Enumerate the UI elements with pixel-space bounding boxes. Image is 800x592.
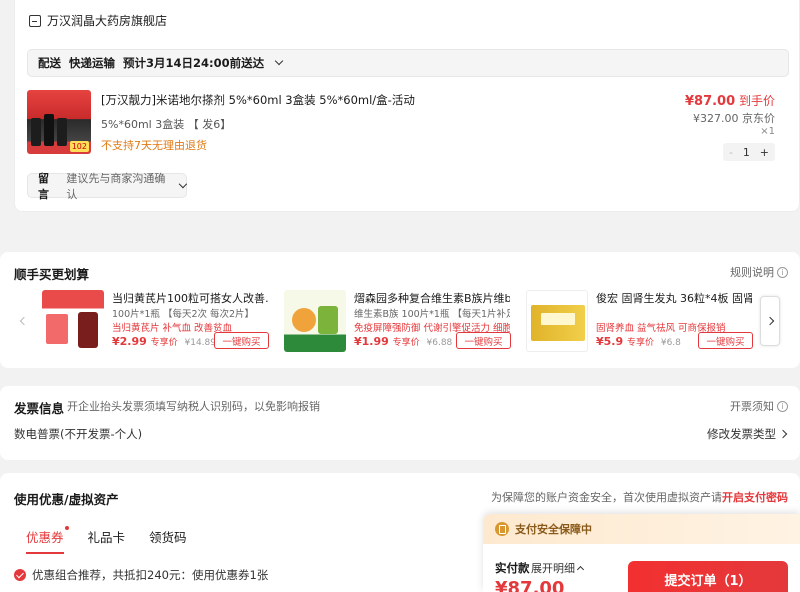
quantity-value[interactable]: 1 [743, 146, 750, 159]
rules-link[interactable]: 规则说明 i [730, 264, 788, 280]
invoice-notice-link[interactable]: 开票须知 i [730, 398, 788, 414]
pay-amount: ¥87.00 [495, 578, 565, 592]
shipping-eta: 预计3月14日24:00前送达 [123, 56, 265, 70]
new-dot [64, 526, 69, 530]
coupon-title: 使用优惠/虚拟资产 [14, 492, 119, 507]
order-card: 万汉润晶大药房旗舰店 配送 快递运输 预计3月14日24:00前送达 102 [… [0, 0, 800, 230]
info-icon: i [777, 266, 788, 278]
recommend-price: ¥5.9 专享价 ¥6.8 [596, 335, 681, 348]
carousel-prev-button[interactable] [14, 296, 34, 346]
order-panel: 万汉润晶大药房旗舰店 配送 快递运输 预计3月14日24:00前送达 102 [… [14, 0, 800, 212]
chevron-up-icon [576, 565, 585, 574]
product-title[interactable]: [万汉靓力]米诺地尔搽剂 5%*60ml 3盒装 5%*60ml/盒-活动 [101, 92, 415, 108]
expand-details-button[interactable]: 展开明细 [531, 560, 585, 576]
recommend-original-price: ¥14.89 [184, 338, 217, 348]
shop-name: 万汉润晶大药房旗舰店 [47, 14, 168, 28]
recommend-spec: 维生素B族 100片*1瓶 【每天1片补足B [354, 309, 510, 320]
recommend-price-value: ¥1.99 [354, 335, 389, 348]
coupon-combo-text: 优惠组合推荐，共抵扣240元：使用优惠券1张 [32, 568, 269, 582]
chevron-down-icon [179, 179, 188, 188]
coupon-tabs: 优惠券 礼品卡 领货码 [26, 526, 187, 554]
product-image-tag: 102 [69, 141, 89, 152]
recommend-item[interactable]: 熠森园多种复合维生素B族片维b… 维生素B族 100片*1瓶 【每天1片补足B … [284, 290, 514, 352]
recommend-price: ¥1.99 专享价 ¥6.88 [354, 335, 452, 348]
recommend-image[interactable] [284, 290, 346, 352]
pay-label: 实付款 [495, 561, 530, 575]
security-note-text: 为保障您的账户资金安全，首次使用虚拟资产请 [491, 491, 722, 504]
recommend-price: ¥2.99 专享价 ¥14.89 [112, 335, 216, 348]
recommend-original-price: ¥6.88 [426, 338, 453, 348]
recommend-price-value: ¥2.99 [112, 335, 147, 348]
tab-coupons[interactable]: 优惠券 [26, 526, 69, 554]
product-spec: 5%*60ml 3盒装 【 发6】 [101, 118, 232, 131]
chevron-left-icon [19, 316, 29, 326]
enable-pay-password-link[interactable]: 开启支付密码 [722, 491, 788, 504]
recommend-title[interactable]: 当归黄芪片100粒可搭女人改善… [112, 290, 268, 306]
tab-coupons-label: 优惠券 [26, 530, 64, 545]
checkout-panel: 支付安全保障中 实付款 展开明细 ¥87.00 提交订单（1） [483, 514, 800, 592]
recommend-price-value: ¥5.9 [596, 335, 624, 348]
check-icon [14, 569, 26, 581]
invoice-type: 数电普票(不开发票-个人) [14, 427, 143, 441]
recommend-item[interactable]: 当归黄芪片100粒可搭女人改善… 100片*1瓶 【每天2次 每次2片】 当归黄… [42, 290, 272, 352]
product-image[interactable]: 102 [27, 90, 91, 154]
recommend-price-label: 专享价 [392, 338, 420, 348]
shield-icon [495, 522, 509, 536]
return-policy: 不支持7天无理由退货 [101, 139, 207, 152]
shipping-selector[interactable]: 配送 快递运输 预计3月14日24:00前送达 [27, 49, 789, 77]
rules-label: 规则说明 [730, 266, 774, 279]
jd-price: ¥327.00 京东价 [693, 112, 775, 125]
change-invoice-label: 修改发票类型 [707, 427, 776, 441]
submit-order-button[interactable]: 提交订单（1） [628, 561, 788, 592]
invoice-notice-label: 开票须知 [730, 400, 774, 413]
recommend-title[interactable]: 熠森园多种复合维生素B族片维b… [354, 290, 510, 306]
recommend-item[interactable]: 俊宏 固肾生发丸 36粒*4板 固肾… 固肾养血 益气祛风 可商保报销 ¥5.9… [526, 290, 756, 352]
quick-buy-button[interactable]: 一键购买 [456, 332, 511, 349]
invoice-card: 发票信息 开企业抬头发票须填写纳税人识别码，以免影响报销 开票须知 i 数电普票… [0, 386, 800, 460]
memo-field[interactable]: 留言 建议先与商家沟通确认 [27, 172, 188, 201]
quantity-stepper: - 1 + [723, 143, 775, 161]
change-invoice-type-button[interactable]: 修改发票类型 [707, 426, 788, 442]
bundle-card: 顺手买更划算 规则说明 i 当归黄芪片100粒可搭女人改善… 100片*1瓶 【… [0, 252, 800, 368]
quick-buy-button[interactable]: 一键购买 [698, 332, 753, 349]
chevron-down-icon [274, 56, 284, 66]
tab-redeem-codes[interactable]: 领货码 [149, 527, 187, 546]
quantity-label: ×1 [760, 126, 775, 137]
recommend-price-label: 专享价 [626, 338, 654, 348]
tab-gift-cards[interactable]: 礼品卡 [88, 527, 126, 546]
bundle-title: 顺手买更划算 [14, 267, 90, 282]
payment-safety-banner: 支付安全保障中 [483, 514, 800, 544]
security-note: 为保障您的账户资金安全，首次使用虚拟资产请开启支付密码 [491, 489, 788, 505]
plus-button[interactable]: + [760, 146, 769, 159]
memo-placeholder: 建议先与商家沟通确认 [66, 171, 166, 201]
shipping-method: 快递运输 [69, 56, 115, 70]
expand-details-label: 展开明细 [531, 562, 575, 575]
shop-icon [29, 14, 41, 27]
coupon-combo[interactable]: 优惠组合推荐，共抵扣240元：使用优惠券1张 [14, 567, 268, 583]
final-price-label: 到手价 [738, 94, 775, 108]
recommend-spec: 100片*1瓶 【每天2次 每次2片】 [112, 309, 255, 320]
chevron-right-icon [778, 429, 788, 439]
info-icon: i [777, 400, 788, 412]
quick-buy-button[interactable]: 一键购买 [214, 332, 269, 349]
shipping-label: 配送 [38, 56, 61, 70]
memo-label: 留言 [38, 171, 49, 201]
recommend-title[interactable]: 俊宏 固肾生发丸 36粒*4板 固肾… [596, 290, 752, 306]
final-price-value: ¥87.00 [684, 94, 736, 109]
invoice-title: 发票信息 [14, 401, 65, 416]
chevron-right-icon [765, 316, 775, 326]
recommend-image[interactable] [42, 290, 104, 352]
recommend-image[interactable] [526, 290, 588, 352]
final-price: ¥87.00 到手价 [685, 92, 775, 109]
safety-text: 支付安全保障中 [515, 523, 592, 536]
shop-header[interactable]: 万汉润晶大药房旗舰店 [29, 12, 167, 29]
carousel-next-button[interactable] [760, 296, 780, 346]
recommend-price-label: 专享价 [150, 338, 178, 348]
recommend-original-price: ¥6.8 [660, 338, 681, 348]
invoice-hint: 开企业抬头发票须填写纳税人识别码，以免影响报销 [67, 400, 320, 413]
minus-button[interactable]: - [729, 146, 733, 159]
